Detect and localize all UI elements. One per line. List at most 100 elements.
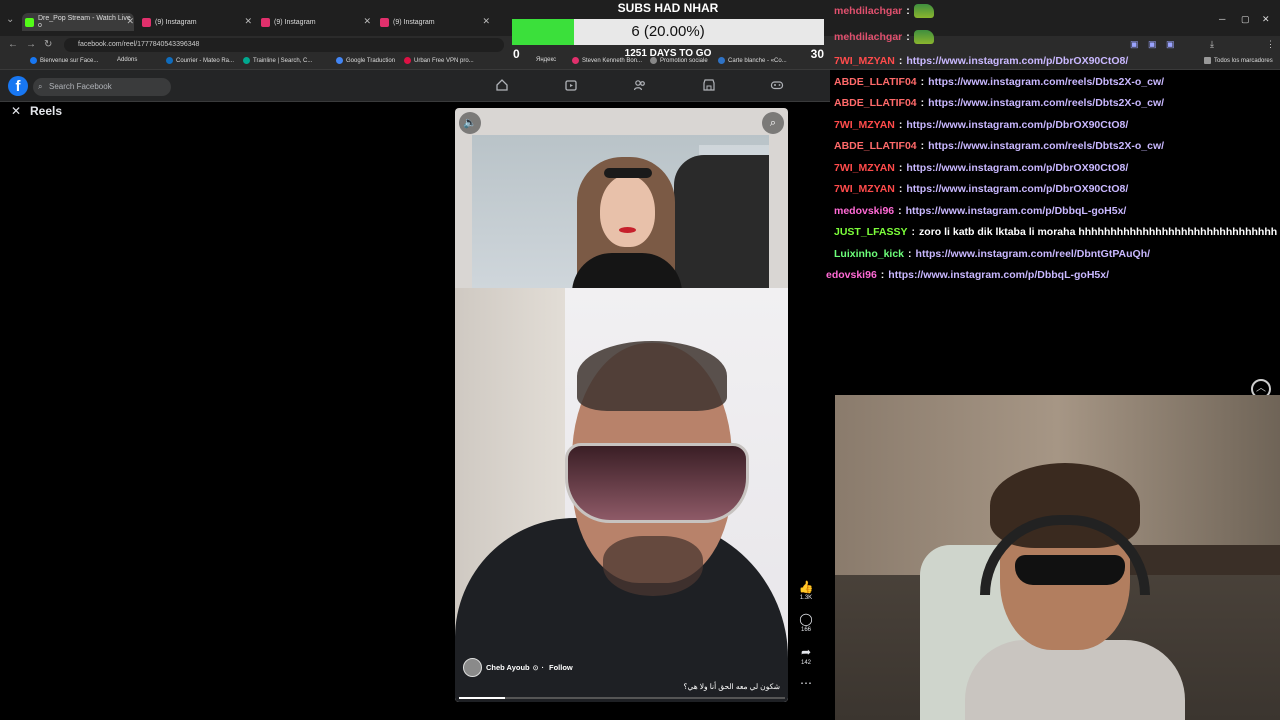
instagram-icon [380,17,389,27]
chat-text[interactable]: https://www.instagram.com/p/DbrOX90CtO8/ [906,55,1128,67]
man-sunglasses [565,443,749,523]
tab-search-icon[interactable]: ⌄ [6,14,14,25]
bookmark-item[interactable]: Addons [117,57,137,63]
bookmark-item[interactable]: Google Traduction [336,57,395,64]
tab-instagram-1[interactable]: (9) Instagram ✕ [142,13,252,31]
marketplace-icon[interactable] [702,78,716,92]
verified-icon: ⊙ [532,664,539,672]
chat-username[interactable]: 7WI_MZYAN [834,162,895,174]
tab-title: (9) Instagram [393,18,435,26]
tab-instagram-3[interactable]: (9) Instagram ✕ [380,13,490,31]
chat-username[interactable]: mehdilachgar [834,31,902,43]
tab-kick-stream[interactable]: Dre_Pop Stream - Watch Live o ✕ [22,13,134,31]
chat-overlay: mehdilachgar: mehdilachgar:7WI_MZYAN: http… [826,0,1280,290]
bookmark-label: Bienvenue sur Face... [40,57,99,64]
chat-separator: : [911,226,916,238]
close-reels-icon[interactable]: ✕ [11,104,21,118]
close-tab-icon[interactable]: ✕ [126,16,134,27]
chat-username[interactable]: edovski96 [826,269,877,281]
back-icon[interactable]: ← [8,39,18,50]
chat-text[interactable]: https://www.instagram.com/p/DbrOX90CtO8/ [906,183,1128,195]
chat-username[interactable]: ABDE_LLATIF04 [834,97,917,109]
chat-text[interactable]: https://www.instagram.com/reel/DbntGtPAu… [916,248,1151,260]
chat-text[interactable]: zoro li katb dik lktaba li moraha hhhhhh… [919,226,1277,238]
chat-username[interactable]: 7WI_MZYAN [834,55,895,67]
chat-text[interactable]: https://www.instagram.com/reels/Dbts2X-o… [928,97,1164,109]
bookmark-item[interactable]: Bienvenue sur Face... [30,57,98,64]
chat-username[interactable]: Luixinho_kick [834,248,904,260]
author-name[interactable]: Cheb Ayoub [486,663,530,672]
chat-username[interactable]: ABDE_LLATIF04 [834,76,917,88]
reel-caption: شكون لي معه الحق أنا ولا هي؟ [683,682,780,691]
chat-text[interactable]: https://www.instagram.com/p/DbbqL-goH5x/ [888,269,1109,281]
gaming-icon[interactable] [770,78,784,92]
chat-username[interactable]: ABDE_LLATIF04 [834,140,917,152]
like-button[interactable]: 👍 1.3K [795,580,817,601]
tab-title: (9) Instagram [274,18,316,26]
tab-instagram-2[interactable]: (9) Instagram ✕ [261,13,371,31]
vpn-icon [404,57,411,64]
reel-top-video-woman [472,135,769,288]
man-hair [577,341,727,411]
url-field[interactable]: facebook.com/reel/1777840543396348 [64,38,504,52]
bookmark-label: Trainline | Search, C... [253,57,313,64]
chat-separator: : [880,269,885,281]
close-tab-icon[interactable]: ✕ [244,16,252,27]
more-icon: ⋯ [800,676,812,690]
chat-separator: : [898,205,902,217]
chat-username[interactable]: 7WI_MZYAN [834,183,895,195]
facebook-logo[interactable]: f [8,76,28,96]
chat-text[interactable]: https://www.instagram.com/reels/Dbts2X-o… [928,140,1164,152]
video-icon[interactable] [564,78,578,92]
chat-username[interactable]: 7WI_MZYAN [834,119,895,131]
man-beard [603,536,703,596]
subs-goal-value: 6 (20.00%) [631,23,705,40]
forward-icon[interactable]: → [26,39,36,50]
chat-text[interactable]: https://www.instagram.com/p/DbrOX90CtO8/ [906,119,1128,131]
follow-button[interactable]: Follow [549,663,573,672]
chat-message: mehdilachgar: [834,30,934,44]
chat-text[interactable]: https://www.instagram.com/reels/Dbts2X-o… [928,76,1164,88]
chat-separator: : [906,30,910,43]
subs-goal-widget: SUBS HAD NHAR 6 (20.00%) 0 1251 DAYS TO … [508,0,828,62]
chat-text[interactable]: https://www.instagram.com/p/DbrOX90CtO8/ [906,162,1128,174]
bookmark-item[interactable]: Courrier - Mateo Ra... [166,57,234,64]
close-tab-icon[interactable]: ✕ [363,16,371,27]
chat-message: 7WI_MZYAN: https://www.instagram.com/p/Db… [834,55,1128,67]
video-progress-bar[interactable] [459,697,785,699]
car-seat [674,155,769,288]
comment-button[interactable]: ◯ 166 [795,612,817,633]
chat-message: ABDE_LLATIF04: https://www.instagram.com/… [834,76,1164,88]
chat-text[interactable]: https://www.instagram.com/p/DbbqL-goH5x/ [906,205,1127,217]
bookmark-item[interactable]: Urban Free VPN pro... [404,57,474,64]
friends-icon[interactable] [633,78,647,92]
reload-icon[interactable]: ↻ [44,39,52,50]
close-tab-icon[interactable]: ✕ [482,16,490,27]
search-input[interactable]: ⌕ Search Facebook [33,78,171,96]
search-reel-icon[interactable]: ⌕ [762,112,784,134]
chat-username[interactable]: medovski96 [834,205,894,217]
kick-icon [25,17,34,27]
volume-icon[interactable]: 🔈 [459,112,481,134]
reel-video[interactable] [455,108,788,702]
page-title: Reels [30,104,63,118]
room-shelf [1125,545,1280,575]
home-icon[interactable] [495,78,509,92]
subs-goal-days: 1251 DAYS TO GO [624,48,712,59]
reel-author[interactable]: Cheb Ayoub ⊙ · Follow [463,658,573,677]
trainline-icon [243,57,250,64]
chat-separator: : [920,76,925,88]
bookmark-item[interactable]: Trainline | Search, C... [243,57,312,64]
chat-username[interactable]: mehdilachgar [834,5,902,17]
chat-username[interactable]: JUST_LFASSY [834,226,908,238]
streamer-webcam [835,395,1280,720]
chat-separator: : [920,97,925,109]
avatar[interactable] [463,658,482,677]
search-icon: ⌕ [38,82,43,91]
more-options-button[interactable]: ⋯ [795,676,817,690]
screen: ⌄ Dre_Pop Stream - Watch Live o ✕ (9) In… [0,0,1280,720]
share-button[interactable]: ➦ 142 [795,645,817,666]
bookmark-label: Addons [117,57,138,63]
chat-emote-icon [913,30,934,44]
dot-separator: · [541,663,544,672]
